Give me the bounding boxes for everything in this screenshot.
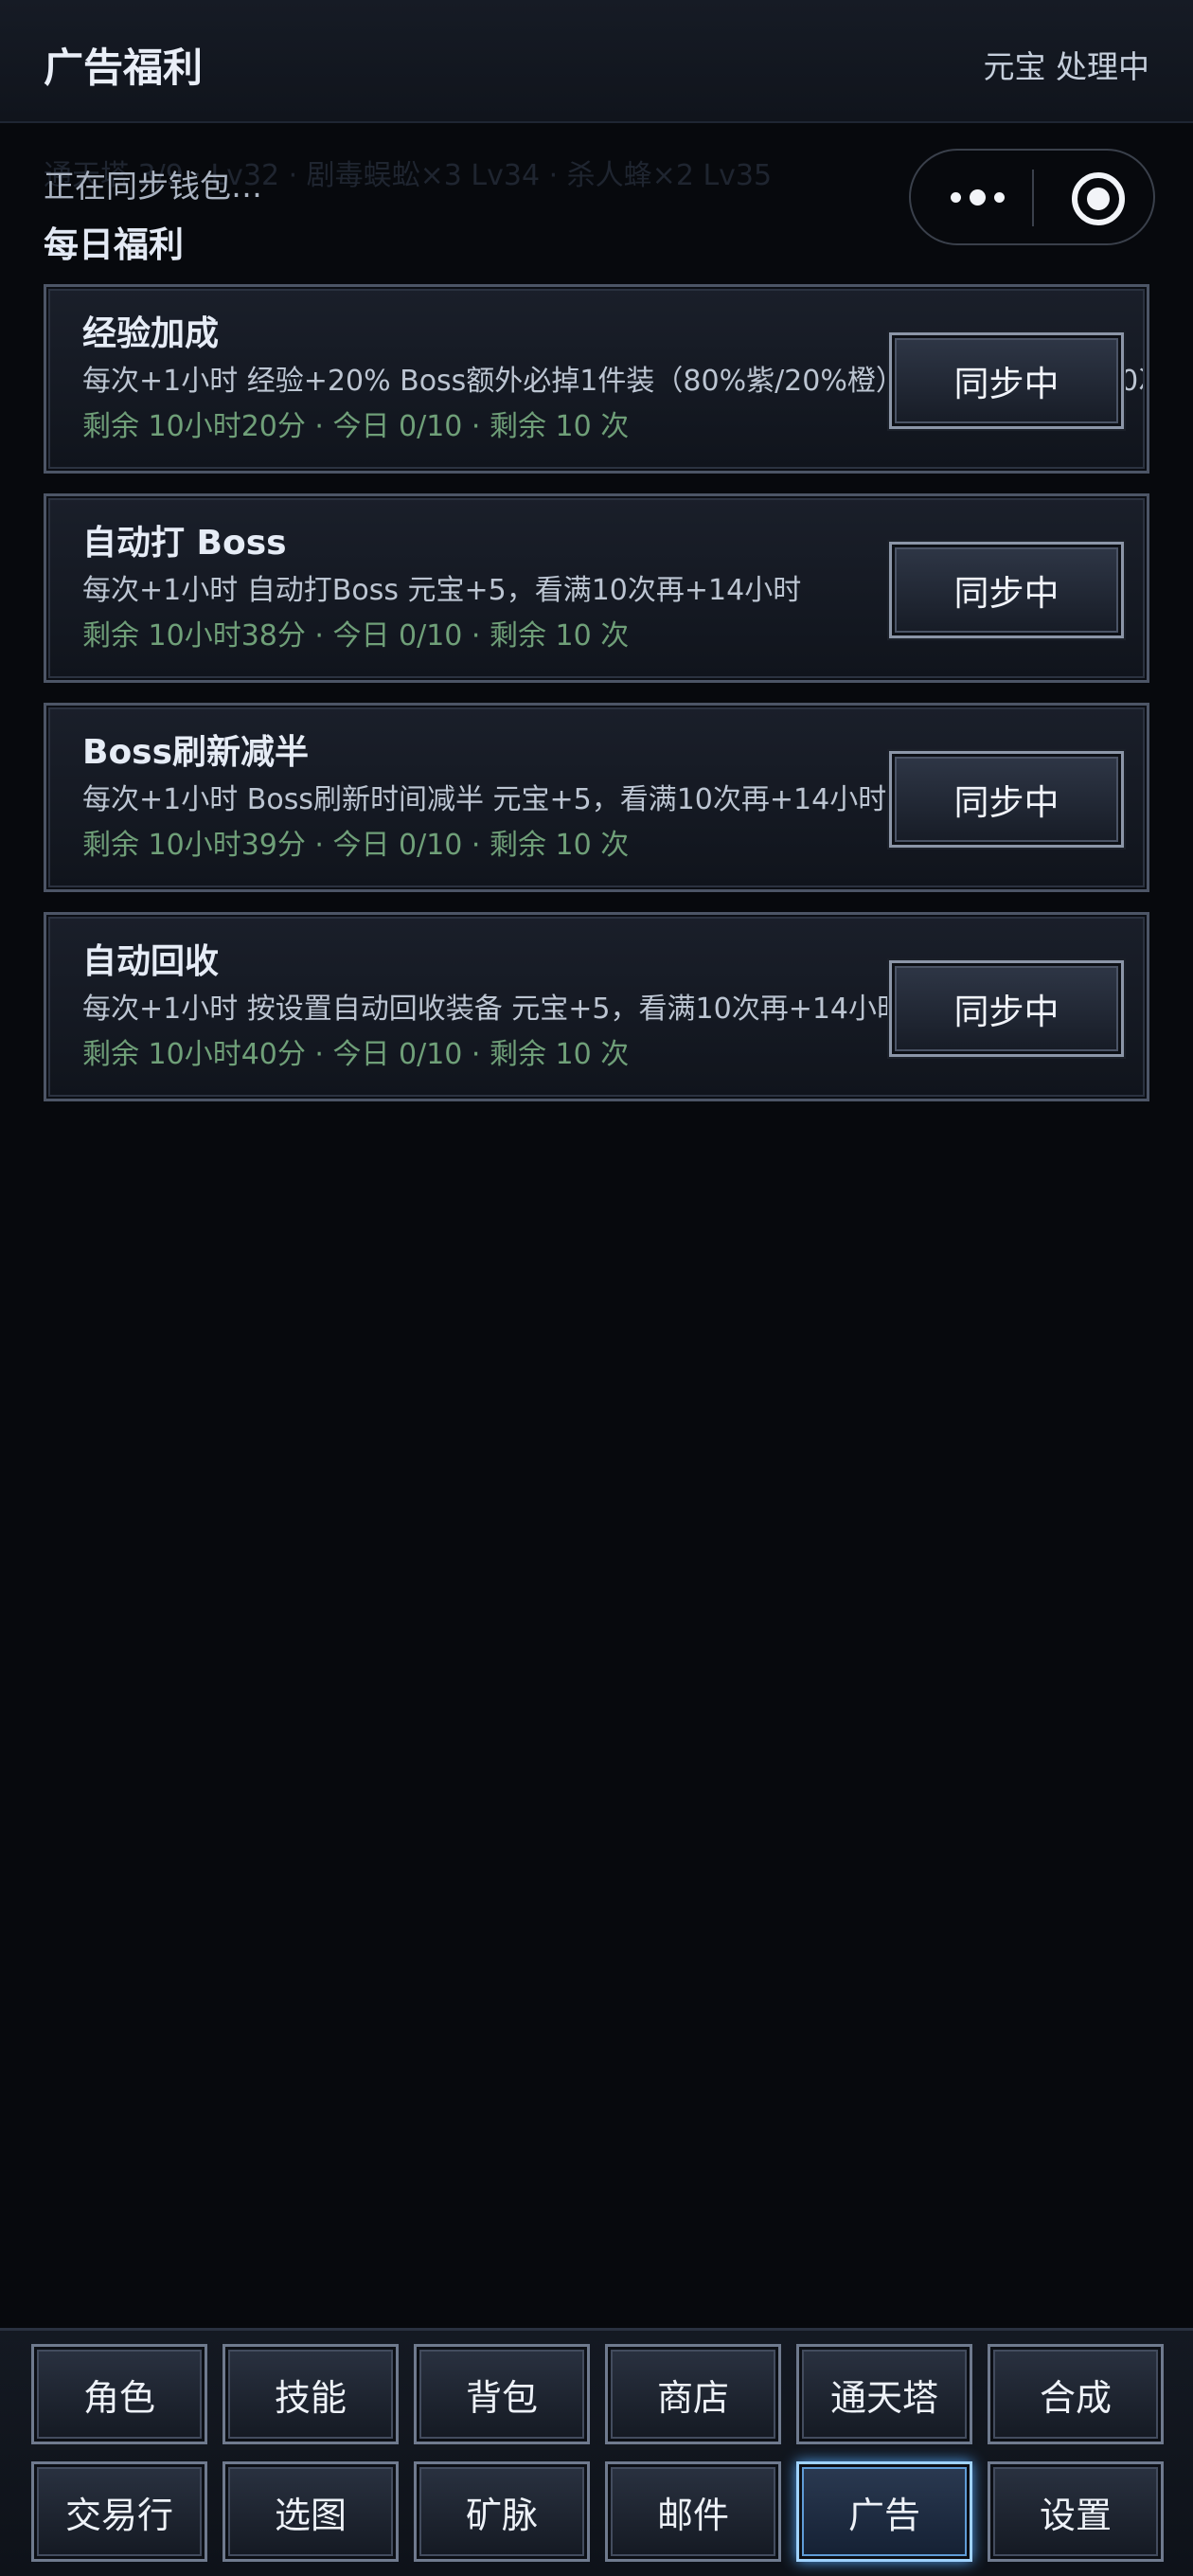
tab-backpack[interactable]: 背包 [414,2344,590,2444]
card-meta: 剩余 10小时20分 · 今日 0/10 · 剩余 10 次 [82,410,630,443]
welfare-card-exp: 经验加成 每次+1小时 经验+20% Boss额外必掉1件装（80%紫/20%橙… [44,284,1149,474]
currency-status: 元宝 处理中 [983,48,1150,85]
card-meta: 剩余 10小时40分 · 今日 0/10 · 剩余 10 次 [82,1038,630,1071]
more-dots-icon[interactable] [944,173,1010,221]
tab-tower[interactable]: 通天塔 [796,2344,972,2444]
tab-craft[interactable]: 合成 [988,2344,1164,2444]
sync-status-text: 正在同步钱包… [44,168,262,205]
tab-trading[interactable]: 交易行 [31,2461,207,2562]
top-bar: 广告福利 元宝 处理中 [0,0,1193,123]
card-title: Boss刷新减半 [82,733,310,772]
welfare-card-auto-recycle: 自动回收 每次+1小时 按设置自动回收装备 元宝+5，看满10次再+14小时 剩… [44,912,1149,1101]
tab-settings[interactable]: 设置 [988,2461,1164,2562]
sync-button[interactable]: 同步中 [889,751,1124,848]
card-meta: 剩余 10小时38分 · 今日 0/10 · 剩余 10 次 [82,619,630,653]
tab-shop[interactable]: 商店 [605,2344,781,2444]
sync-button[interactable]: 同步中 [889,960,1124,1057]
tab-ads[interactable]: 广告 [796,2461,972,2562]
tab-mail[interactable]: 邮件 [605,2461,781,2562]
miniprogram-capsule [909,149,1155,245]
tab-character[interactable]: 角色 [31,2344,207,2444]
card-meta: 剩余 10小时39分 · 今日 0/10 · 剩余 10 次 [82,829,630,862]
card-title: 经验加成 [82,314,220,353]
welfare-card-boss-refresh: Boss刷新减半 每次+1小时 Boss刷新时间减半 元宝+5，看满10次再+1… [44,703,1149,892]
card-title: 自动回收 [82,942,220,981]
tab-mine[interactable]: 矿脉 [414,2461,590,2562]
capsule-divider [1032,170,1034,226]
sync-button[interactable]: 同步中 [889,332,1124,429]
sync-button[interactable]: 同步中 [889,542,1124,638]
page-title: 广告福利 [44,45,204,91]
section-title-daily: 每日福利 [44,224,184,265]
tab-map-select[interactable]: 选图 [223,2461,399,2562]
tab-skills[interactable]: 技能 [223,2344,399,2444]
bottom-tab-bar: 角色 技能 背包 商店 通天塔 合成 交易行 选图 矿脉 邮件 广告 设置 [0,2328,1193,2576]
target-circle-icon[interactable] [1072,172,1125,225]
card-title: 自动打 Boss [82,524,287,563]
welfare-card-auto-boss: 自动打 Boss 每次+1小时 自动打Boss 元宝+5，看满10次再+14小时… [44,493,1149,683]
